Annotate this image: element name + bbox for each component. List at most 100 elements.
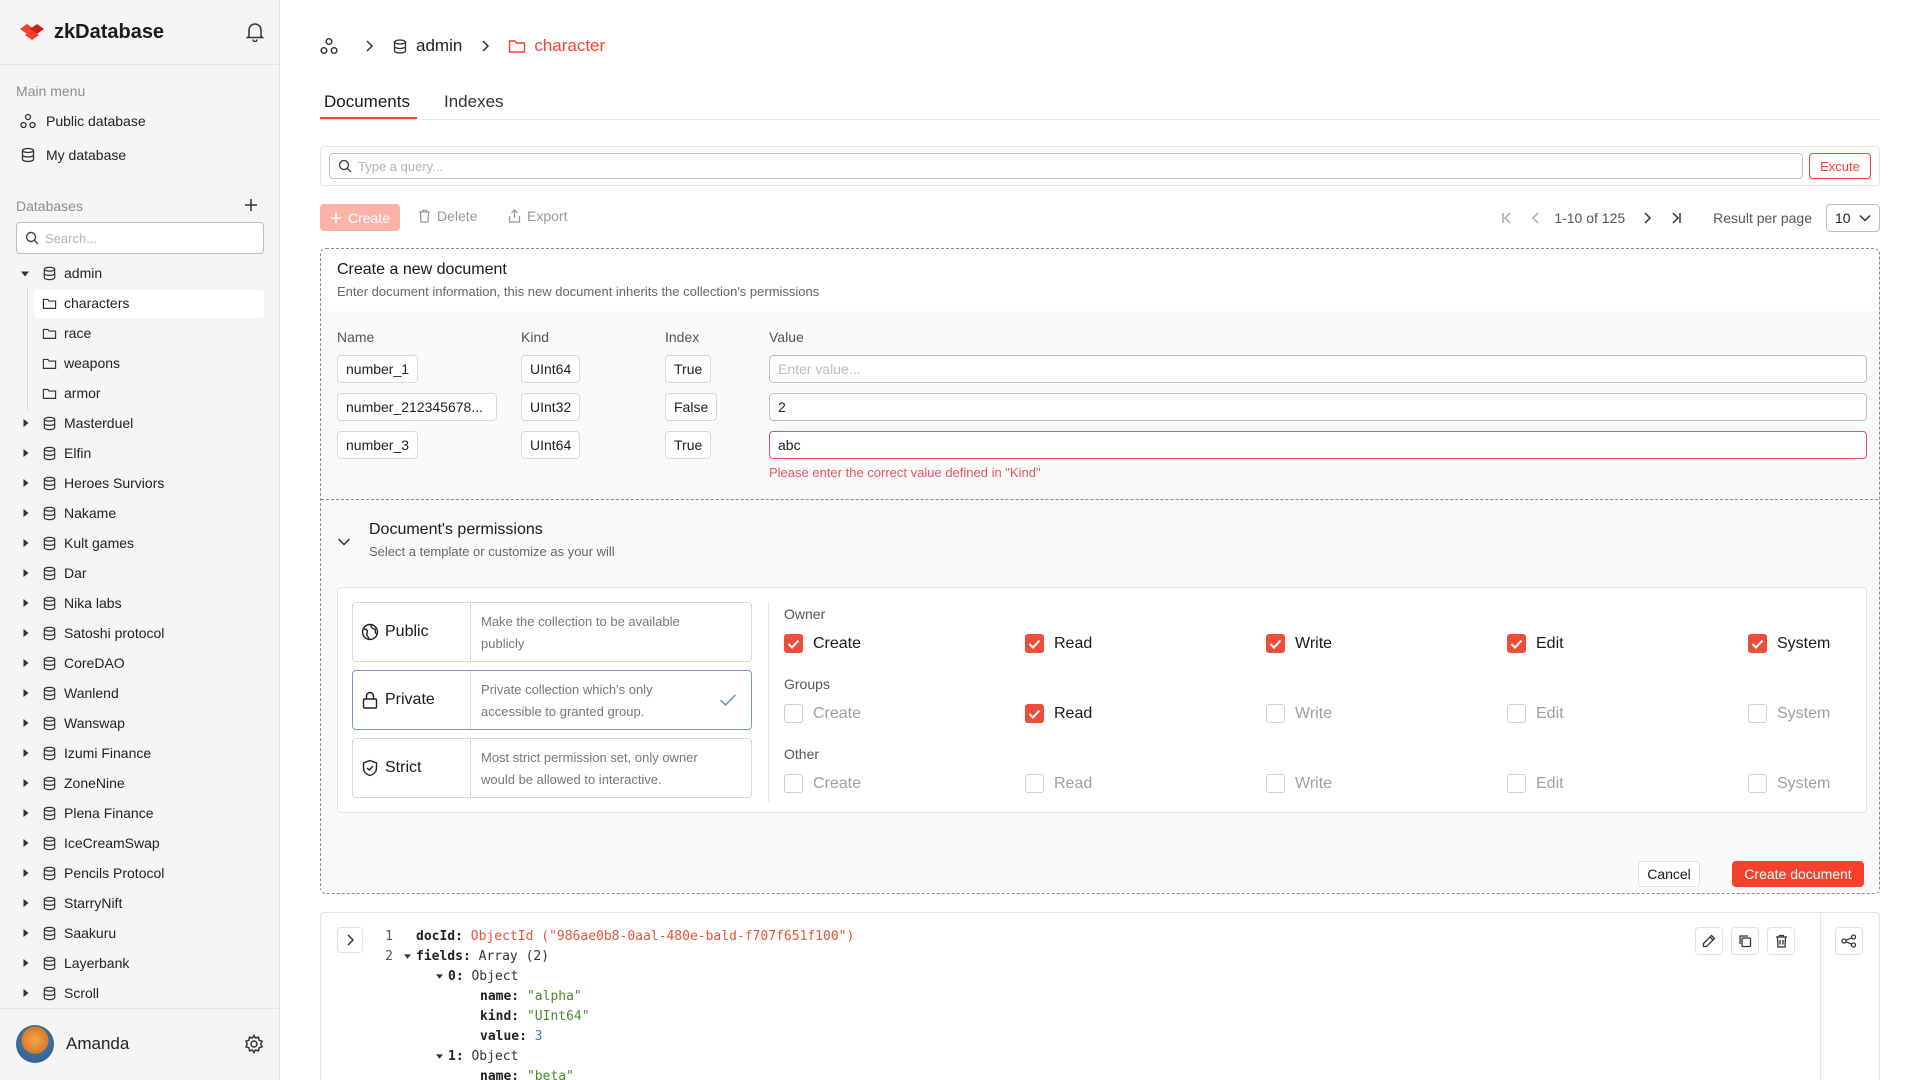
tree-database-item[interactable]: Plena Finance (0, 798, 280, 828)
tree-database-item[interactable]: CoreDAO (0, 648, 280, 678)
tree-database-item[interactable]: IceCreamSwap (0, 828, 280, 858)
tab-indexes[interactable]: Indexes (444, 92, 504, 112)
edit-document-button[interactable] (1695, 927, 1723, 955)
checkbox-box[interactable] (1748, 704, 1767, 723)
caret-right-icon[interactable] (22, 988, 30, 998)
caret-right-icon[interactable] (22, 808, 30, 818)
permission-checkbox-other-read[interactable]: Read (1025, 774, 1092, 793)
permission-checkbox-owner-system[interactable]: System (1748, 634, 1830, 653)
tree-database-item[interactable]: ZoneNine (0, 768, 280, 798)
cancel-button[interactable]: Cancel (1638, 861, 1700, 887)
caret-right-icon[interactable] (22, 718, 30, 728)
tree-database-item[interactable]: Nakame (0, 498, 280, 528)
sidebar-search[interactable] (16, 222, 264, 254)
caret-right-icon[interactable] (22, 448, 30, 458)
bell-icon[interactable] (246, 22, 264, 42)
checkbox-box[interactable] (1025, 634, 1044, 653)
prev-page-icon[interactable] (1530, 211, 1542, 225)
menu-item-public-database[interactable]: Public database (20, 108, 146, 134)
value-input[interactable] (778, 399, 1858, 415)
tree-database-item[interactable]: Pencils Protocol (0, 858, 280, 888)
caret-down-icon[interactable] (435, 969, 448, 984)
user-profile[interactable]: Amanda (16, 1024, 264, 1064)
first-page-icon[interactable] (1500, 211, 1514, 225)
permission-checkbox-groups-system[interactable]: System (1748, 704, 1830, 723)
checkbox-box[interactable] (1507, 774, 1526, 793)
caret-right-icon[interactable] (22, 868, 30, 878)
delete-document-button[interactable] (1767, 927, 1795, 955)
permission-checkbox-groups-write[interactable]: Write (1266, 704, 1332, 723)
tree-database-item[interactable]: Satoshi protocol (0, 618, 280, 648)
caret-right-icon[interactable] (22, 538, 30, 548)
permission-checkbox-other-write[interactable]: Write (1266, 774, 1332, 793)
tree-database-item[interactable]: Saakuru (0, 918, 280, 948)
execute-button[interactable]: Excute (1809, 153, 1871, 179)
checkbox-box[interactable] (1748, 774, 1767, 793)
tree-database-item[interactable]: Elfin (0, 438, 280, 468)
create-document-button[interactable]: Create document (1732, 861, 1864, 887)
permission-checkbox-owner-edit[interactable]: Edit (1507, 634, 1564, 653)
caret-right-icon[interactable] (22, 958, 30, 968)
tree-database-item[interactable]: Heroes Surviors (0, 468, 280, 498)
share-document-button[interactable] (1835, 927, 1863, 955)
tree-database-item[interactable]: admin (0, 258, 280, 288)
checkbox-box[interactable] (1266, 634, 1285, 653)
caret-right-icon[interactable] (22, 478, 30, 488)
caret-right-icon[interactable] (22, 838, 30, 848)
tree-database-item[interactable]: Masterduel (0, 408, 280, 438)
caret-right-icon[interactable] (22, 928, 30, 938)
tree-database-item[interactable]: Kult games (0, 528, 280, 558)
permission-checkbox-other-edit[interactable]: Edit (1507, 774, 1564, 793)
tree-database-item[interactable]: Dar (0, 558, 280, 588)
caret-right-icon[interactable] (22, 658, 30, 668)
tree-collection-item[interactable]: characters (0, 288, 280, 318)
tree-database-item[interactable]: Wanlend (0, 678, 280, 708)
permission-checkbox-owner-create[interactable]: Create (784, 634, 861, 653)
tree-database-item[interactable]: Nika labs (0, 588, 280, 618)
duplicate-document-button[interactable] (1731, 927, 1759, 955)
caret-right-icon[interactable] (22, 778, 30, 788)
permission-checkbox-owner-write[interactable]: Write (1266, 634, 1332, 653)
permission-checkbox-groups-create[interactable]: Create (784, 704, 861, 723)
checkbox-box[interactable] (1266, 774, 1285, 793)
tab-documents[interactable]: Documents (324, 92, 410, 112)
avatar[interactable] (16, 1025, 54, 1063)
tree-database-item[interactable]: Izumi Finance (0, 738, 280, 768)
caret-right-icon[interactable] (22, 508, 30, 518)
create-button[interactable]: Create (320, 204, 400, 231)
query-input[interactable] (358, 158, 1758, 174)
caret-down-icon[interactable] (435, 1049, 448, 1064)
value-field[interactable] (769, 393, 1867, 421)
gear-icon[interactable] (244, 1034, 264, 1054)
caret-right-icon[interactable] (22, 748, 30, 758)
tree-database-item[interactable]: Scroll (0, 978, 280, 1008)
checkbox-box[interactable] (1025, 774, 1044, 793)
next-page-icon[interactable] (1641, 211, 1653, 225)
value-field[interactable] (769, 355, 1867, 383)
caret-down-icon[interactable] (20, 270, 30, 278)
checkbox-box[interactable] (784, 704, 803, 723)
permission-checkbox-other-system[interactable]: System (1748, 774, 1830, 793)
permission-checkbox-groups-edit[interactable]: Edit (1507, 704, 1564, 723)
menu-item-my-database[interactable]: My database (20, 142, 126, 168)
value-field-error[interactable] (769, 431, 1867, 459)
caret-right-icon[interactable] (22, 418, 30, 428)
breadcrumb-database[interactable]: admin (392, 36, 462, 56)
checkbox-box[interactable] (1507, 634, 1526, 653)
permission-checkbox-owner-read[interactable]: Read (1025, 634, 1092, 653)
per-page-select[interactable]: 10 (1826, 204, 1880, 232)
tree-database-item[interactable]: StarryNift (0, 888, 280, 918)
tree-database-item[interactable]: Layerbank (0, 948, 280, 978)
checkbox-box[interactable] (1507, 704, 1526, 723)
checkbox-box[interactable] (784, 774, 803, 793)
checkbox-box[interactable] (1025, 704, 1044, 723)
template-strict[interactable]: Strict Most strict permission set, only … (352, 738, 752, 798)
checkbox-box[interactable] (1266, 704, 1285, 723)
export-button[interactable]: Export (508, 208, 567, 224)
last-page-icon[interactable] (1669, 211, 1683, 225)
collapse-permissions-icon[interactable] (337, 537, 351, 547)
query-field[interactable] (329, 153, 1803, 179)
breadcrumb-home[interactable] (320, 37, 346, 55)
permission-checkbox-other-create[interactable]: Create (784, 774, 861, 793)
permission-checkbox-groups-read[interactable]: Read (1025, 704, 1092, 723)
